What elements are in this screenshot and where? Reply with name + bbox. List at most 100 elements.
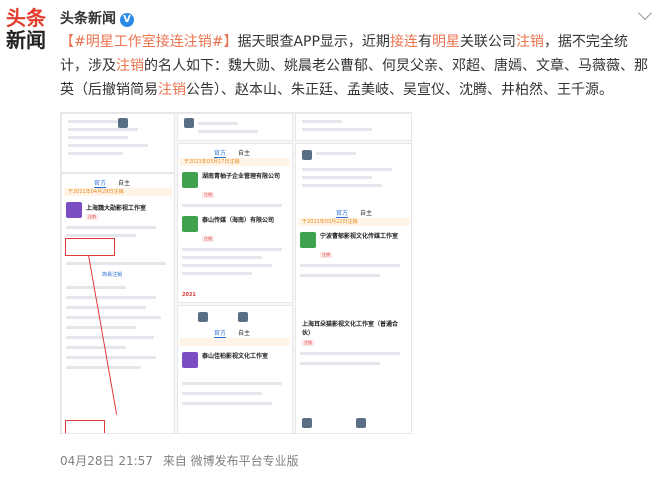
image-right-line <box>300 352 400 355</box>
image-tab-official: 官方 <box>94 180 107 188</box>
chevron-down-icon[interactable] <box>637 5 653 21</box>
image-left-line <box>66 234 136 237</box>
image-panel-2-line <box>198 130 258 133</box>
image-middle-card: 官方 自主 于2021年03月17日注销 湖南青柚子企业管理有限公司 注销 泰山… <box>177 143 293 303</box>
image-section-title: 简易注销 <box>102 272 123 278</box>
hashtag-link[interactable]: 【# <box>60 34 86 50</box>
image-left-card: 官方 自主 于2021年04月29日注销 上海魏大勋影视工作室 注销 简易注销 <box>61 173 175 433</box>
image-status-badge: 注销 <box>86 214 98 220</box>
keyword-highlight[interactable]: 注销 <box>116 58 144 74</box>
post-text-segment: 关联公司 <box>459 34 516 50</box>
image-company-name: 上海魏大勋影视工作室 <box>86 205 147 212</box>
image-panel-1-line <box>68 136 128 139</box>
keyword-highlight[interactable]: 接连 <box>390 34 418 50</box>
image-left-line <box>66 366 141 369</box>
image-left-line <box>66 306 146 309</box>
post-image[interactable]: 官方 自主 于2021年04月29日注销 上海魏大勋影视工作室 注销 简易注销 … <box>60 112 412 434</box>
image-company-logo <box>182 216 198 232</box>
hashtag-link[interactable]: 明星工作室接连注销 <box>86 34 212 50</box>
image-status-badge: 注销 <box>320 252 332 258</box>
image-left-line <box>66 262 166 265</box>
image-panel-1 <box>61 113 175 173</box>
image-right-line <box>302 184 382 187</box>
image-middle-line <box>182 204 282 207</box>
image-middle-line <box>182 392 262 395</box>
image-right-line <box>300 362 380 365</box>
image-left-line <box>66 226 156 229</box>
image-company-logo <box>66 202 82 218</box>
image-right-line <box>300 264 400 267</box>
keyword-highlight[interactable]: 注销 <box>158 82 186 98</box>
image-face-thumbnail <box>118 118 128 128</box>
image-left-line <box>66 356 156 359</box>
image-tab-self: 自主 <box>238 330 251 337</box>
image-year-badge: 2021 <box>182 292 196 298</box>
post-source: 来自 微博发布平台专业版 <box>162 454 299 468</box>
image-middle-line <box>182 272 252 275</box>
image-highlight-box <box>65 420 105 433</box>
image-panel-1-line <box>68 128 138 131</box>
post-text-segment: 据天眼查APP显示，近期 <box>237 34 390 50</box>
image-company-logo <box>300 232 316 248</box>
image-company-name: 宁波曹郁影视文化传媒工作室 <box>320 233 399 240</box>
image-left-line <box>66 336 154 339</box>
account-name[interactable]: 头条新闻 V <box>60 8 134 28</box>
image-company-name: 湖南青柚子企业管理有限公司 <box>202 173 281 180</box>
image-panel-1-line <box>68 144 148 147</box>
image-right-line <box>300 274 380 277</box>
image-company-name: 泰山传媒（海南）有限公司 <box>202 217 275 224</box>
image-panel-3-line <box>302 128 372 131</box>
image-face-thumbnail <box>302 418 312 428</box>
image-notice-bar <box>180 338 290 346</box>
image-middle-line <box>182 248 282 251</box>
logo-line-1: 头条 <box>6 6 46 30</box>
account-name-text[interactable]: 头条新闻 <box>60 11 116 27</box>
image-left-line <box>66 316 161 319</box>
post-text: 【#明星工作室接连注销#】据天眼查APP显示，近期接连有明星关联公司注销，据不完… <box>60 30 648 102</box>
image-panel-1-line <box>68 152 123 155</box>
account-avatar[interactable]: 头条 新闻 <box>6 6 50 50</box>
image-tab-self: 自主 <box>238 150 251 157</box>
image-left-line <box>66 296 156 299</box>
image-notice-text: 于2021年03月17日注销 <box>184 159 240 165</box>
image-face-thumbnail <box>302 150 312 160</box>
image-middle-line <box>182 264 272 267</box>
image-status-badge: 注销 <box>202 236 214 242</box>
image-right-card: 官方 自主 于2021年03月22日注销 宁波曹郁影视文化传媒工作室 注销 上海… <box>295 143 411 433</box>
image-middle-line <box>182 382 282 385</box>
image-tab-self: 自主 <box>360 210 373 217</box>
image-right-line <box>302 176 372 179</box>
image-face-thumbnail <box>184 118 194 128</box>
image-panel-1-line <box>68 120 118 123</box>
image-middle-line <box>182 256 262 259</box>
image-left-line <box>66 346 126 349</box>
image-tab-official: 官方 <box>214 150 227 158</box>
image-face-thumbnail <box>238 312 248 322</box>
image-middle-lower: 官方 自主 泰山佳柏影视文化工作室 <box>177 305 293 433</box>
post-timestamp[interactable]: 04月28日 21:57 <box>60 454 153 468</box>
image-panel-3 <box>295 113 411 141</box>
verified-icon: V <box>120 13 134 27</box>
image-tab-official: 官方 <box>214 330 227 338</box>
image-status-badge: 注销 <box>202 192 214 198</box>
image-middle-line <box>182 402 272 405</box>
image-tab-official: 官方 <box>336 210 349 218</box>
image-status-badge: 注销 <box>302 340 314 346</box>
image-panel-2-line <box>198 122 238 125</box>
image-face-thumbnail <box>198 312 208 322</box>
image-company-logo <box>182 172 198 188</box>
image-company-logo <box>182 352 198 368</box>
image-notice-text: 于2021年04月29日注销 <box>68 189 124 195</box>
keyword-highlight[interactable]: 明星 <box>432 34 460 50</box>
image-panel-3-line <box>302 120 342 123</box>
image-right-line <box>302 168 392 171</box>
post-text-segment: 公告）、赵本山、朱正廷、孟美岐、吴宣仪、沈腾、井柏然、王千源。 <box>186 82 613 98</box>
image-company-name: 上海耳朵猫影视文化工作室（普通合伙） <box>302 321 399 337</box>
image-tab-self: 自主 <box>118 180 131 187</box>
post-text-segment: 有 <box>417 34 432 50</box>
hashtag-link[interactable]: #】 <box>212 34 238 50</box>
keyword-highlight[interactable]: 注销 <box>516 34 544 50</box>
image-panel-2 <box>177 113 293 141</box>
image-notice-text: 于2021年03月22日注销 <box>302 219 358 225</box>
logo-line-2: 新闻 <box>6 28 46 52</box>
